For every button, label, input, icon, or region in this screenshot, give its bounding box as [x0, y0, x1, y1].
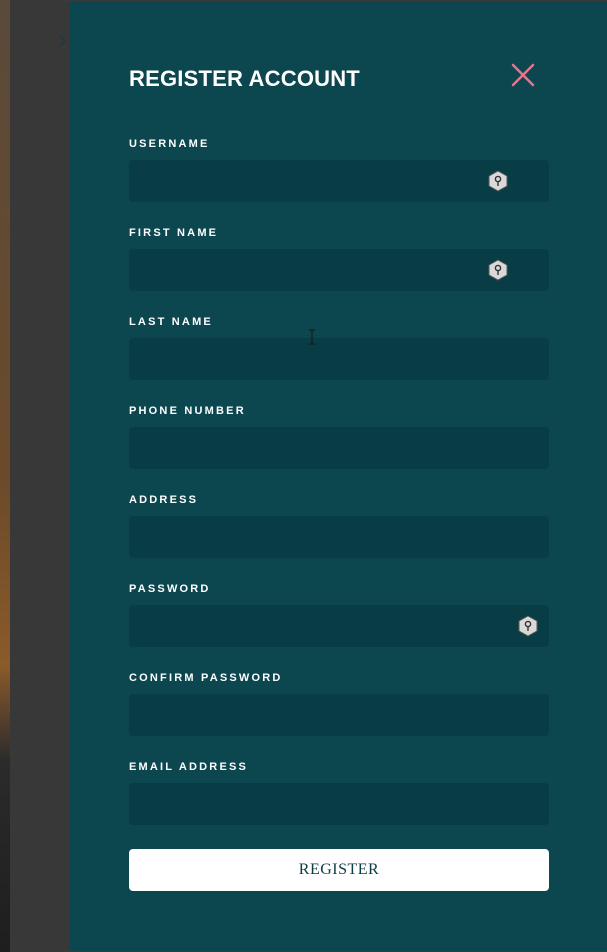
password-input[interactable]	[129, 605, 549, 647]
text-cursor-icon	[309, 329, 315, 345]
phone-number-label: PHONE NUMBER	[129, 405, 246, 417]
confirm-password-label: CONFIRM PASSWORD	[129, 672, 283, 684]
password-label: PASSWORD	[129, 583, 211, 595]
register-panel: REGISTER ACCOUNT USERNAME FIRST NAME LAS…	[69, 1, 607, 951]
phone-number-input[interactable]	[129, 427, 549, 469]
last-name-field-group: LAST NAME	[129, 314, 549, 380]
first-name-label: FIRST NAME	[129, 227, 219, 239]
key-icon[interactable]	[487, 170, 509, 192]
address-input[interactable]	[129, 516, 549, 558]
previous-arrow-icon[interactable]: ›	[58, 26, 67, 52]
modal-title: REGISTER ACCOUNT	[129, 66, 360, 91]
first-name-input[interactable]	[129, 249, 549, 291]
key-icon[interactable]	[517, 615, 539, 637]
register-button[interactable]: REGISTER	[129, 849, 549, 891]
username-field-group: USERNAME	[129, 136, 549, 202]
key-icon[interactable]	[487, 259, 509, 281]
phone-number-field-group: PHONE NUMBER	[129, 403, 549, 469]
email-address-field-group: EMAIL ADDRESS	[129, 759, 549, 825]
address-label: ADDRESS	[129, 494, 199, 506]
username-label: USERNAME	[129, 138, 210, 150]
confirm-password-input[interactable]	[129, 694, 549, 736]
last-name-label: LAST NAME	[129, 316, 213, 328]
modal-side-strip	[10, 1, 69, 951]
confirm-password-field-group: CONFIRM PASSWORD	[129, 670, 549, 736]
password-field-group: PASSWORD	[129, 581, 549, 647]
close-button[interactable]	[509, 61, 537, 89]
last-name-input[interactable]	[129, 338, 549, 380]
close-icon	[511, 63, 535, 87]
username-input[interactable]	[129, 160, 549, 202]
background-image	[0, 0, 10, 952]
first-name-field-group: FIRST NAME	[129, 225, 549, 291]
email-address-input[interactable]	[129, 783, 549, 825]
register-modal: REGISTER ACCOUNT USERNAME FIRST NAME LAS…	[10, 1, 607, 951]
address-field-group: ADDRESS	[129, 492, 549, 558]
email-address-label: EMAIL ADDRESS	[129, 761, 249, 773]
